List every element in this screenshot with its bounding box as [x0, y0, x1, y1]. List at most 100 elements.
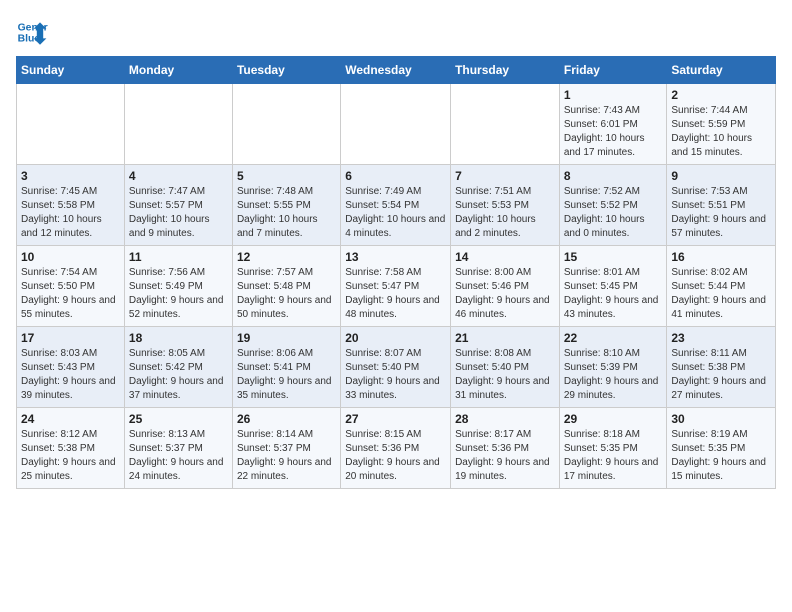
calendar-table: SundayMondayTuesdayWednesdayThursdayFrid… [16, 56, 776, 489]
day-cell: 15 Sunrise: 8:01 AM Sunset: 5:45 PM Dayli… [559, 246, 667, 327]
day-cell: 3 Sunrise: 7:45 AM Sunset: 5:58 PM Daylig… [17, 165, 125, 246]
day-number: 25 [129, 412, 228, 426]
day-info: Sunrise: 8:11 AM Sunset: 5:38 PM Dayligh… [671, 347, 771, 403]
day-info: Sunrise: 8:06 AM Sunset: 5:41 PM Dayligh… [237, 347, 336, 403]
day-cell: 30 Sunrise: 8:19 AM Sunset: 5:35 PM Dayli… [667, 408, 776, 489]
day-info: Sunrise: 7:54 AM Sunset: 5:50 PM Dayligh… [21, 266, 120, 322]
day-number: 23 [671, 331, 771, 345]
day-number: 3 [21, 169, 120, 183]
weekday-header-saturday: Saturday [667, 57, 776, 84]
day-number: 27 [345, 412, 446, 426]
day-number: 30 [671, 412, 771, 426]
day-number: 14 [455, 250, 555, 264]
day-info: Sunrise: 8:08 AM Sunset: 5:40 PM Dayligh… [455, 347, 555, 403]
day-info: Sunrise: 7:58 AM Sunset: 5:47 PM Dayligh… [345, 266, 446, 322]
weekday-header-wednesday: Wednesday [341, 57, 451, 84]
day-number: 4 [129, 169, 228, 183]
day-number: 9 [671, 169, 771, 183]
day-cell: 26 Sunrise: 8:14 AM Sunset: 5:37 PM Dayli… [232, 408, 340, 489]
day-cell: 29Sunrise: 8:18 AM Sunset: 5:35 PM Dayli… [559, 408, 667, 489]
day-info: Sunrise: 8:12 AM Sunset: 5:38 PM Dayligh… [21, 428, 120, 484]
day-number: 29 [564, 412, 663, 426]
day-number: 13 [345, 250, 446, 264]
day-cell: 17Sunrise: 8:03 AM Sunset: 5:43 PM Dayli… [17, 327, 125, 408]
day-info: Sunrise: 7:52 AM Sunset: 5:52 PM Dayligh… [564, 185, 663, 241]
day-number: 10 [21, 250, 120, 264]
day-info: Sunrise: 8:10 AM Sunset: 5:39 PM Dayligh… [564, 347, 663, 403]
day-cell: 24 Sunrise: 8:12 AM Sunset: 5:38 PM Dayli… [17, 408, 125, 489]
day-number: 6 [345, 169, 446, 183]
day-number: 5 [237, 169, 336, 183]
week-row-5: 24 Sunrise: 8:12 AM Sunset: 5:38 PM Dayli… [17, 408, 776, 489]
day-cell [451, 84, 560, 165]
day-cell: 1 Sunrise: 7:43 AM Sunset: 6:01 PM Daylig… [559, 84, 667, 165]
weekday-header-thursday: Thursday [451, 57, 560, 84]
week-row-1: 1 Sunrise: 7:43 AM Sunset: 6:01 PM Daylig… [17, 84, 776, 165]
day-info: Sunrise: 8:05 AM Sunset: 5:42 PM Dayligh… [129, 347, 228, 403]
day-cell: 5 Sunrise: 7:48 AM Sunset: 5:55 PM Daylig… [232, 165, 340, 246]
day-cell: 13 Sunrise: 7:58 AM Sunset: 5:47 PM Dayli… [341, 246, 451, 327]
day-info: Sunrise: 7:57 AM Sunset: 5:48 PM Dayligh… [237, 266, 336, 322]
week-row-2: 3 Sunrise: 7:45 AM Sunset: 5:58 PM Daylig… [17, 165, 776, 246]
day-number: 20 [345, 331, 446, 345]
day-cell: 18 Sunrise: 8:05 AM Sunset: 5:42 PM Dayli… [124, 327, 232, 408]
weekday-header-monday: Monday [124, 57, 232, 84]
day-cell: 20Sunrise: 8:07 AM Sunset: 5:40 PM Dayli… [341, 327, 451, 408]
day-cell: 25 Sunrise: 8:13 AM Sunset: 5:37 PM Dayli… [124, 408, 232, 489]
day-number: 8 [564, 169, 663, 183]
logo: General Blue [16, 16, 52, 48]
day-cell: 28 Sunrise: 8:17 AM Sunset: 5:36 PM Dayli… [451, 408, 560, 489]
day-number: 1 [564, 88, 663, 102]
day-cell: 21 Sunrise: 8:08 AM Sunset: 5:40 PM Dayli… [451, 327, 560, 408]
day-number: 21 [455, 331, 555, 345]
day-cell: 8 Sunrise: 7:52 AM Sunset: 5:52 PM Daylig… [559, 165, 667, 246]
day-cell: 19 Sunrise: 8:06 AM Sunset: 5:41 PM Dayli… [232, 327, 340, 408]
day-cell [17, 84, 125, 165]
day-cell: 14 Sunrise: 8:00 AM Sunset: 5:46 PM Dayli… [451, 246, 560, 327]
day-cell: 23 Sunrise: 8:11 AM Sunset: 5:38 PM Dayli… [667, 327, 776, 408]
day-info: Sunrise: 7:48 AM Sunset: 5:55 PM Dayligh… [237, 185, 336, 241]
day-cell: 9 Sunrise: 7:53 AM Sunset: 5:51 PM Daylig… [667, 165, 776, 246]
day-info: Sunrise: 8:14 AM Sunset: 5:37 PM Dayligh… [237, 428, 336, 484]
day-cell: 12Sunrise: 7:57 AM Sunset: 5:48 PM Dayli… [232, 246, 340, 327]
day-number: 11 [129, 250, 228, 264]
day-info: Sunrise: 8:15 AM Sunset: 5:36 PM Dayligh… [345, 428, 446, 484]
day-cell: 4 Sunrise: 7:47 AM Sunset: 5:57 PM Daylig… [124, 165, 232, 246]
logo-icon: General Blue [16, 16, 48, 48]
week-row-3: 10 Sunrise: 7:54 AM Sunset: 5:50 PM Dayli… [17, 246, 776, 327]
day-number: 15 [564, 250, 663, 264]
day-number: 26 [237, 412, 336, 426]
day-cell [124, 84, 232, 165]
day-number: 24 [21, 412, 120, 426]
day-number: 16 [671, 250, 771, 264]
day-number: 28 [455, 412, 555, 426]
day-cell: 6Sunrise: 7:49 AM Sunset: 5:54 PM Daylig… [341, 165, 451, 246]
weekday-header-row: SundayMondayTuesdayWednesdayThursdayFrid… [17, 57, 776, 84]
day-info: Sunrise: 7:51 AM Sunset: 5:53 PM Dayligh… [455, 185, 555, 241]
day-cell: 16 Sunrise: 8:02 AM Sunset: 5:44 PM Dayli… [667, 246, 776, 327]
day-number: 19 [237, 331, 336, 345]
day-cell: 7 Sunrise: 7:51 AM Sunset: 5:53 PM Daylig… [451, 165, 560, 246]
day-info: Sunrise: 7:43 AM Sunset: 6:01 PM Dayligh… [564, 104, 663, 160]
day-info: Sunrise: 7:44 AM Sunset: 5:59 PM Dayligh… [671, 104, 771, 160]
day-cell: 11Sunrise: 7:56 AM Sunset: 5:49 PM Dayli… [124, 246, 232, 327]
day-info: Sunrise: 8:17 AM Sunset: 5:36 PM Dayligh… [455, 428, 555, 484]
day-cell: 22Sunrise: 8:10 AM Sunset: 5:39 PM Dayli… [559, 327, 667, 408]
weekday-header-sunday: Sunday [17, 57, 125, 84]
day-number: 2 [671, 88, 771, 102]
day-info: Sunrise: 8:01 AM Sunset: 5:45 PM Dayligh… [564, 266, 663, 322]
header: General Blue [16, 16, 776, 48]
day-info: Sunrise: 7:47 AM Sunset: 5:57 PM Dayligh… [129, 185, 228, 241]
day-info: Sunrise: 7:45 AM Sunset: 5:58 PM Dayligh… [21, 185, 120, 241]
day-cell: 2 Sunrise: 7:44 AM Sunset: 5:59 PM Daylig… [667, 84, 776, 165]
day-info: Sunrise: 8:02 AM Sunset: 5:44 PM Dayligh… [671, 266, 771, 322]
day-cell [232, 84, 340, 165]
day-info: Sunrise: 8:19 AM Sunset: 5:35 PM Dayligh… [671, 428, 771, 484]
day-number: 7 [455, 169, 555, 183]
day-info: Sunrise: 7:53 AM Sunset: 5:51 PM Dayligh… [671, 185, 771, 241]
day-cell: 27 Sunrise: 8:15 AM Sunset: 5:36 PM Dayli… [341, 408, 451, 489]
day-number: 18 [129, 331, 228, 345]
day-info: Sunrise: 8:00 AM Sunset: 5:46 PM Dayligh… [455, 266, 555, 322]
day-info: Sunrise: 8:13 AM Sunset: 5:37 PM Dayligh… [129, 428, 228, 484]
day-info: Sunrise: 8:03 AM Sunset: 5:43 PM Dayligh… [21, 347, 120, 403]
